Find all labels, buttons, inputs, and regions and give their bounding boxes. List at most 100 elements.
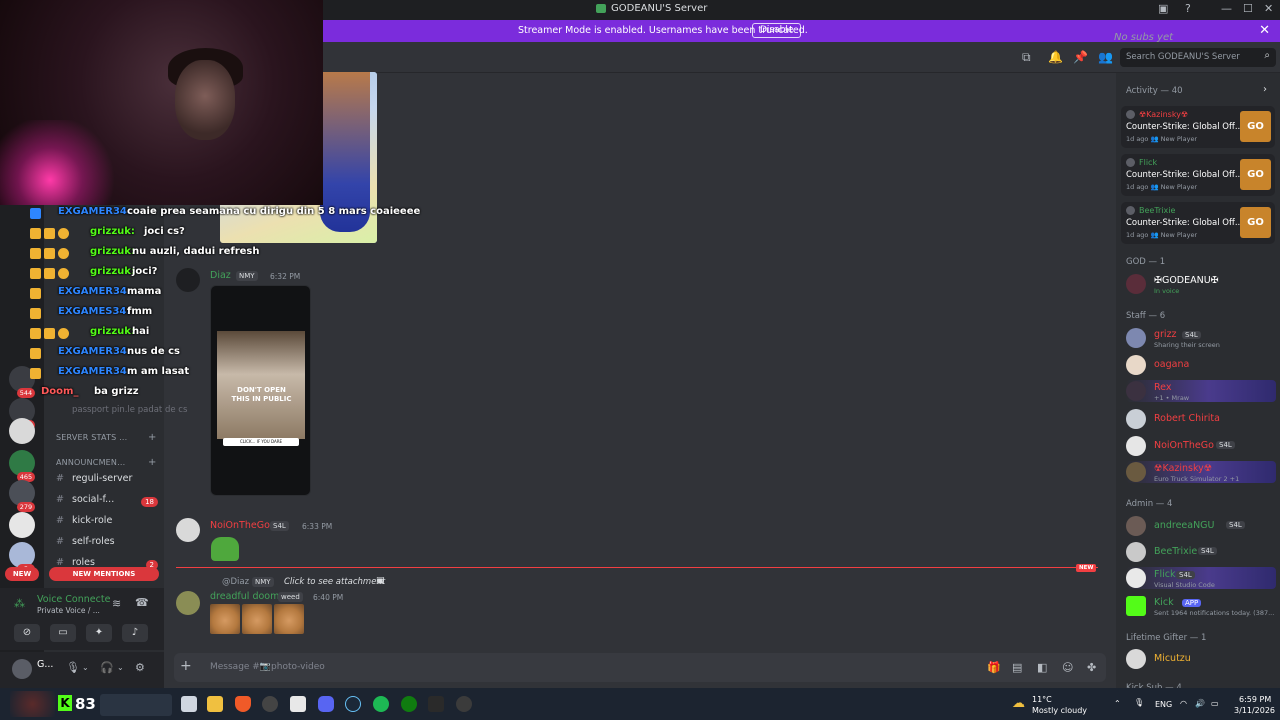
weather-temp[interactable]: 11°C — [1032, 695, 1052, 704]
store-icon[interactable] — [290, 696, 306, 712]
add-channel-icon[interactable]: + — [148, 457, 157, 468]
ghost-text: passport pin.le padat de cs — [72, 405, 188, 415]
server-icon[interactable]: 279 — [9, 480, 35, 512]
settings-gear-icon[interactable]: ⚙ — [135, 661, 145, 674]
spotify-icon[interactable] — [373, 696, 389, 712]
minimize-button[interactable]: — — [1221, 2, 1232, 15]
microphone-icon[interactable]: 🎙 — [66, 661, 80, 674]
member-item[interactable]: Robert Chirita — [1126, 408, 1276, 430]
gif-icon[interactable]: ▤ — [1012, 661, 1022, 674]
xbox-icon[interactable] — [401, 696, 417, 712]
notification-bell-icon[interactable]: 🔔 — [1048, 50, 1063, 64]
member-item[interactable]: ✠GODEANU✠ In voice — [1126, 273, 1276, 295]
battery-icon[interactable]: ▭ — [1211, 699, 1219, 708]
member-item[interactable]: andreeaNGU S4L — [1126, 515, 1276, 537]
avatar[interactable] — [12, 659, 32, 679]
server-icon[interactable] — [9, 512, 35, 538]
new-mentions-pill[interactable]: NEW MENTIONS — [49, 567, 159, 581]
obs-icon[interactable] — [262, 696, 278, 712]
chevron-right-icon[interactable]: › — [1263, 84, 1267, 95]
epic-games-icon[interactable] — [428, 696, 444, 712]
weather-icon[interactable]: ☁ — [1012, 696, 1025, 711]
message-author[interactable]: NoiOnTheGo — [210, 520, 270, 531]
streamer-thumbnail — [10, 691, 55, 717]
banner-close-icon[interactable]: ✕ — [1259, 23, 1270, 38]
weather-desc[interactable]: Mostly cloudy — [1032, 706, 1087, 715]
add-channel-icon[interactable]: + — [148, 432, 157, 443]
disable-button[interactable]: Disable — [752, 23, 802, 38]
maximize-button[interactable]: ☐ — [1243, 2, 1253, 15]
member-item[interactable]: Kick APP Sent 1964 notifications today. … — [1126, 595, 1276, 617]
cat-emoji — [210, 604, 240, 634]
volume-icon[interactable]: 🔊 — [1195, 699, 1205, 708]
camera-off-button[interactable]: ⊘ — [14, 624, 40, 642]
brave-icon[interactable] — [235, 696, 251, 712]
noise-suppression-icon[interactable]: ≋ — [112, 597, 121, 610]
user-name[interactable]: G... — [37, 659, 53, 670]
language-indicator[interactable]: ENG — [1155, 700, 1172, 709]
avatar[interactable] — [176, 591, 200, 615]
channel-kick-role[interactable]: # kick-role — [56, 515, 160, 532]
member-item[interactable]: Micutzu — [1126, 648, 1276, 670]
activity-card[interactable]: BeeTrixie Counter-Strike: Global Off... … — [1121, 202, 1275, 244]
server-icon[interactable]: 5 — [9, 542, 35, 574]
member-item[interactable]: Rex +1 • Mraw — [1126, 380, 1276, 402]
voice-status[interactable]: Voice Connecte — [37, 594, 110, 605]
member-item[interactable]: BeeTrixie S4L — [1126, 541, 1276, 563]
app-icon[interactable] — [456, 696, 472, 712]
inbox-icon[interactable]: ▣ — [1158, 2, 1168, 15]
headphones-icon[interactable]: 🎧 — [100, 661, 114, 674]
close-window-button[interactable]: ✕ — [1264, 2, 1273, 15]
member-item[interactable]: Flick S4L Visual Studio Code — [1126, 567, 1276, 589]
channel-self-roles[interactable]: # self-roles — [56, 536, 160, 553]
category-announcements[interactable]: ANNOUNCMEN... + — [56, 457, 156, 468]
avatar[interactable] — [176, 518, 200, 542]
add-attachment-icon[interactable]: + — [180, 658, 192, 674]
chevron-down-icon[interactable]: ⌄ — [82, 663, 89, 672]
wifi-icon[interactable]: ◠ — [1180, 699, 1187, 708]
file-explorer-icon[interactable] — [207, 696, 223, 712]
mic-tray-icon[interactable]: 🎙 — [1134, 698, 1144, 707]
viewer-counter: K 83 — [58, 695, 96, 713]
member-list-icon[interactable]: 👥 — [1098, 50, 1113, 64]
clock-time[interactable]: 6:59 PM — [1239, 695, 1271, 704]
channel-reguli-server[interactable]: # reguli-server — [56, 473, 160, 490]
help-icon[interactable]: ? — [1185, 2, 1191, 15]
category-server-stats[interactable]: SERVER STATS ... + — [56, 432, 156, 443]
member-item[interactable]: ☢Kazinsky☢ Euro Truck Simulator 2 +1 — [1126, 461, 1276, 483]
member-item[interactable]: grizz S4L Sharing their screen — [1126, 327, 1276, 349]
new-pill[interactable]: NEW — [5, 567, 39, 581]
discord-icon[interactable] — [318, 696, 334, 712]
reply-preview[interactable]: Click to see attachment — [284, 577, 385, 587]
server-icon[interactable]: 465 — [9, 450, 35, 482]
sticker-icon[interactable]: ◧ — [1037, 661, 1047, 674]
apps-icon[interactable]: ✤ — [1087, 661, 1096, 674]
message-composer[interactable]: + Message #📷photo-video — [174, 653, 1106, 682]
screen-share-button[interactable]: ▭ — [50, 624, 76, 642]
voice-channel[interactable]: Private Voice / ... — [37, 606, 100, 615]
activities-button[interactable]: ✦ — [86, 624, 112, 642]
reply-author[interactable]: @Diaz — [222, 577, 249, 587]
pepe-emoji — [211, 537, 239, 561]
taskbar-search[interactable] — [100, 694, 172, 716]
pin-icon[interactable]: 📌 — [1073, 50, 1088, 64]
member-item[interactable]: oagana — [1126, 354, 1276, 376]
activity-card[interactable]: Flick Counter-Strike: Global Off... 1d a… — [1121, 154, 1275, 196]
activity-card[interactable]: ☢Kazinsky☢ Counter-Strike: Global Off...… — [1121, 106, 1275, 148]
gift-icon[interactable]: 🎁 — [987, 661, 1001, 674]
message-author[interactable]: dreadful doom — [210, 591, 279, 602]
threads-icon[interactable]: ⧉ — [1022, 50, 1031, 65]
soundboard-button[interactable]: ♪ — [122, 624, 148, 642]
server-icon[interactable] — [9, 418, 35, 444]
clock-date[interactable]: 3/11/2026 — [1234, 706, 1275, 715]
search-input[interactable]: Search GODEANU'S Server ⌕ — [1120, 48, 1276, 67]
tray-chevron-icon[interactable]: ⌃ — [1114, 699, 1121, 708]
steam-icon[interactable] — [345, 696, 361, 712]
emoji-icon[interactable]: ☺ — [1062, 661, 1073, 674]
channel-social[interactable]: # social-f... 18 — [56, 494, 160, 511]
disconnect-icon[interactable]: ☎ — [135, 596, 149, 609]
task-view-icon[interactable] — [181, 696, 197, 712]
member-item[interactable]: NoiOnTheGo S4L — [1126, 435, 1276, 457]
chevron-down-icon[interactable]: ⌄ — [117, 663, 124, 672]
message-input[interactable]: Message #📷photo-video — [210, 662, 325, 672]
